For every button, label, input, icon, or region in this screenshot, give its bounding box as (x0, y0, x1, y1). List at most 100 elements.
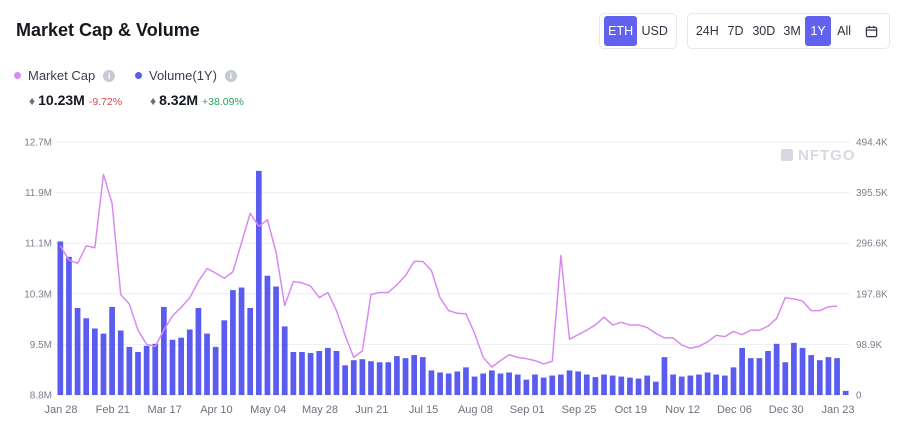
volume-bar (644, 375, 651, 395)
volume-bar (471, 376, 478, 395)
nftgo-logo-icon (781, 149, 793, 161)
volume-bar (316, 350, 323, 395)
volume-bar (687, 375, 694, 395)
volume-bar (834, 358, 840, 395)
x-tick-label: Jan 28 (44, 404, 77, 416)
volume-bar (376, 362, 383, 395)
volume-bar (74, 308, 81, 395)
volume-bar (299, 352, 305, 395)
volume-bar (411, 355, 418, 395)
volume-bar (808, 355, 815, 395)
volume-bar (368, 361, 374, 395)
volume-bar (333, 350, 340, 395)
volume-bar (635, 378, 642, 395)
x-tick-label: Dec 06 (717, 404, 752, 416)
volume-bar (558, 374, 564, 395)
volume-bar (713, 374, 720, 395)
volume-bar (342, 365, 348, 395)
x-tick-label: May 28 (302, 404, 338, 416)
volume-bar (627, 377, 633, 395)
volume-bar (523, 379, 530, 395)
x-tick-label: Sep 25 (562, 404, 597, 416)
y-left-tick-label: 10.3M (24, 289, 52, 300)
volume-bar (678, 376, 685, 395)
volume-bar (204, 333, 210, 395)
volume-bar (506, 372, 512, 395)
volume-bar (83, 318, 90, 395)
volume-bar (428, 370, 435, 395)
nftgo-watermark: NFTGO (781, 147, 855, 164)
volume-bar (704, 372, 711, 395)
volume-bar (100, 333, 107, 395)
volume-bar (212, 346, 219, 395)
volume-bar (394, 356, 400, 395)
volume-bar (264, 275, 271, 395)
volume-bar (497, 373, 504, 395)
volume-bar (514, 374, 521, 395)
x-tick-label: Oct 19 (615, 404, 647, 416)
y-left-tick-label: 9.5M (30, 340, 52, 351)
y-right-tick-label: 296.6K (856, 239, 888, 250)
volume-bar (109, 306, 115, 395)
y-axis-left: 12.7M 11.9M 11.1M 10.3M 9.5M 8.8M (24, 138, 52, 402)
volume-bar (273, 286, 279, 395)
volume-bar (454, 371, 461, 395)
y-right-tick-label: 0 (856, 391, 862, 402)
x-tick-label: Sep 01 (510, 404, 545, 416)
x-axis: Jan 28 Feb 21 Mar 17 Apr 10 May 04 May 28 Jun … (44, 404, 854, 416)
y-axis-right: 494.4K 395.5K 296.6K 197.8K 98.9K 0 (856, 138, 888, 402)
x-tick-label: Apr 10 (200, 404, 232, 416)
x-tick-label: Feb 21 (96, 404, 130, 416)
volume-bar (290, 352, 297, 395)
volume-bar (178, 337, 184, 395)
y-right-tick-label: 98.9K (856, 340, 882, 351)
x-tick-label: Nov 12 (665, 404, 700, 416)
volume-bar (325, 347, 331, 395)
volume-bar (445, 373, 452, 395)
market-cap-line (59, 173, 838, 368)
volume-bar (135, 352, 141, 395)
x-tick-label: May 04 (250, 404, 286, 416)
volume-bar (618, 376, 625, 395)
volume-bar (480, 373, 487, 395)
y-right-tick-label: 494.4K (856, 138, 888, 149)
volume-bar (152, 343, 159, 395)
volume-bar (307, 353, 314, 395)
y-left-tick-label: 11.9M (25, 188, 52, 199)
volume-bar (195, 308, 202, 395)
volume-bar (221, 320, 228, 395)
y-left-tick-label: 12.7M (24, 138, 52, 149)
volume-bar (437, 372, 443, 395)
volume-bar (825, 357, 832, 395)
volume-bar (601, 374, 607, 395)
volume-bar (575, 371, 581, 395)
volume-bar (773, 343, 780, 395)
volume-bar (661, 357, 668, 395)
volume-bar (765, 350, 771, 395)
volume-bar (799, 347, 806, 395)
x-tick-label: Jan 23 (821, 404, 854, 416)
y-left-tick-label: 11.1M (25, 239, 52, 250)
volume-bar (747, 358, 754, 395)
volume-bar (463, 367, 469, 395)
volume-bar (419, 357, 426, 395)
volume-bar (359, 359, 366, 395)
volume-bar (791, 342, 797, 395)
volume-bars (57, 170, 849, 395)
volume-bar (350, 360, 357, 395)
volume-bar (247, 308, 254, 395)
y-right-tick-label: 395.5K (856, 188, 888, 199)
volume-bar (583, 374, 590, 395)
volume-bar (281, 326, 288, 395)
volume-bar (670, 374, 676, 395)
volume-bar (549, 375, 556, 395)
volume-bar (609, 375, 616, 395)
volume-bar (540, 377, 547, 395)
volume-bar (782, 362, 789, 395)
volume-bar (566, 370, 573, 395)
x-tick-label: Mar 17 (147, 404, 181, 416)
volume-bar (722, 375, 728, 395)
volume-bar (126, 346, 133, 395)
volume-bar (238, 287, 245, 395)
volume-bar (66, 256, 72, 395)
